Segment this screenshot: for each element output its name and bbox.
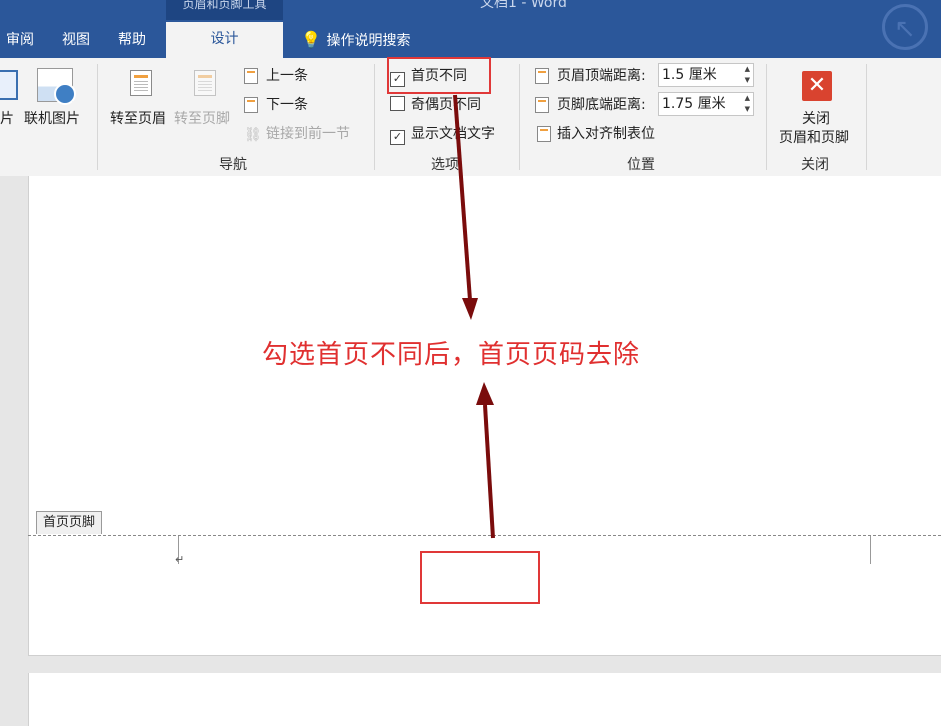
annotation-text: 勾选首页不同后，首页页码去除	[262, 340, 641, 370]
arrow-down-head	[462, 298, 478, 320]
arrow-up-shaft	[483, 404, 495, 539]
arrow-up-head	[476, 382, 494, 405]
arrow-down-shaft	[453, 94, 472, 301]
